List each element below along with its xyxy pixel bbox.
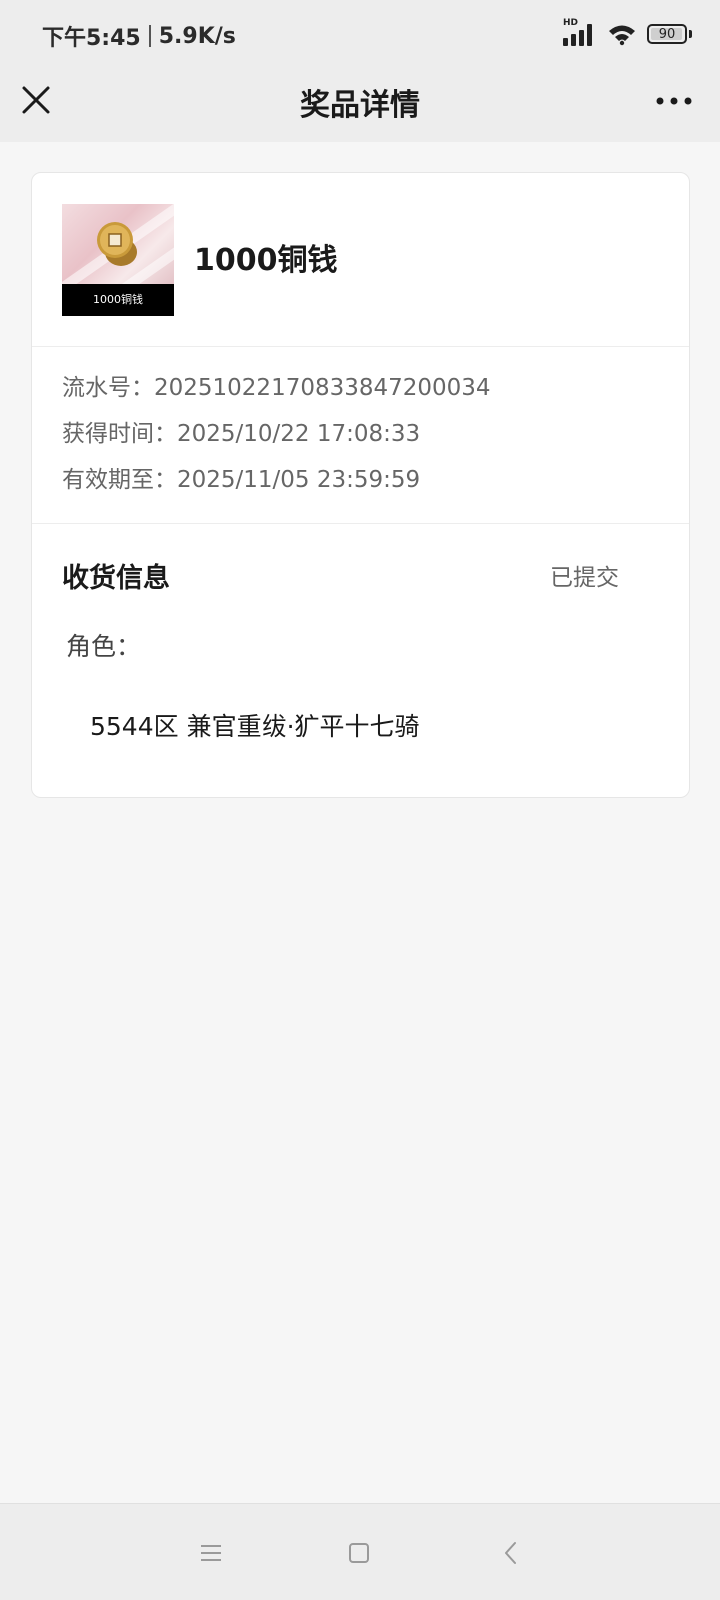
more-icon[interactable] — [654, 86, 694, 116]
prize-row: 1000铜钱 1000铜钱 — [32, 173, 689, 347]
battery-tip — [689, 30, 692, 38]
status-separator — [148, 25, 151, 47]
serial-number: 流水号：20251022170833847200034 — [62, 375, 491, 401]
shipping-title: 收货信息 — [62, 563, 170, 594]
prize-info: 流水号：20251022170833847200034 获得时间：2025/10… — [32, 348, 689, 524]
thumbnail-caption: 1000铜钱 — [62, 284, 174, 316]
menu-icon[interactable] — [196, 1538, 226, 1568]
system-nav-bar — [0, 1503, 720, 1600]
shipping-status: 已提交 — [550, 565, 619, 591]
obtained-time: 获得时间：2025/10/22 17:08:33 — [62, 421, 421, 447]
role-value: 5544区 兼官重绂·犷平十七骑 — [90, 712, 420, 741]
role-label: 角色： — [66, 632, 142, 661]
wifi-icon — [609, 25, 635, 46]
cell-signal-icon: HD — [561, 18, 597, 46]
status-right: HD 90 — [561, 18, 692, 46]
status-time: 下午5:45 — [42, 26, 141, 51]
nav-bar: 奖品详情 — [0, 66, 720, 142]
home-icon[interactable] — [344, 1538, 374, 1568]
status-bar: 下午5:45 5.9K/s HD 90 — [0, 0, 720, 66]
signal-hd-label: HD — [563, 18, 579, 28]
page-title: 奖品详情 — [300, 88, 420, 123]
battery-icon: 90 — [647, 24, 687, 44]
back-icon[interactable] — [496, 1538, 526, 1568]
prize-card: 1000铜钱 1000铜钱 流水号：2025102217083384720003… — [31, 172, 690, 798]
prize-name: 1000铜钱 — [194, 243, 338, 278]
status-left: 下午5:45 5.9K/s — [42, 20, 236, 52]
expiry-time: 有效期至：2025/11/05 23:59:59 — [62, 467, 421, 493]
status-net-speed: 5.9K/s — [158, 23, 236, 49]
battery-level: 90 — [658, 26, 676, 42]
coin-icon — [97, 222, 137, 266]
prize-thumbnail: 1000铜钱 — [62, 204, 174, 316]
